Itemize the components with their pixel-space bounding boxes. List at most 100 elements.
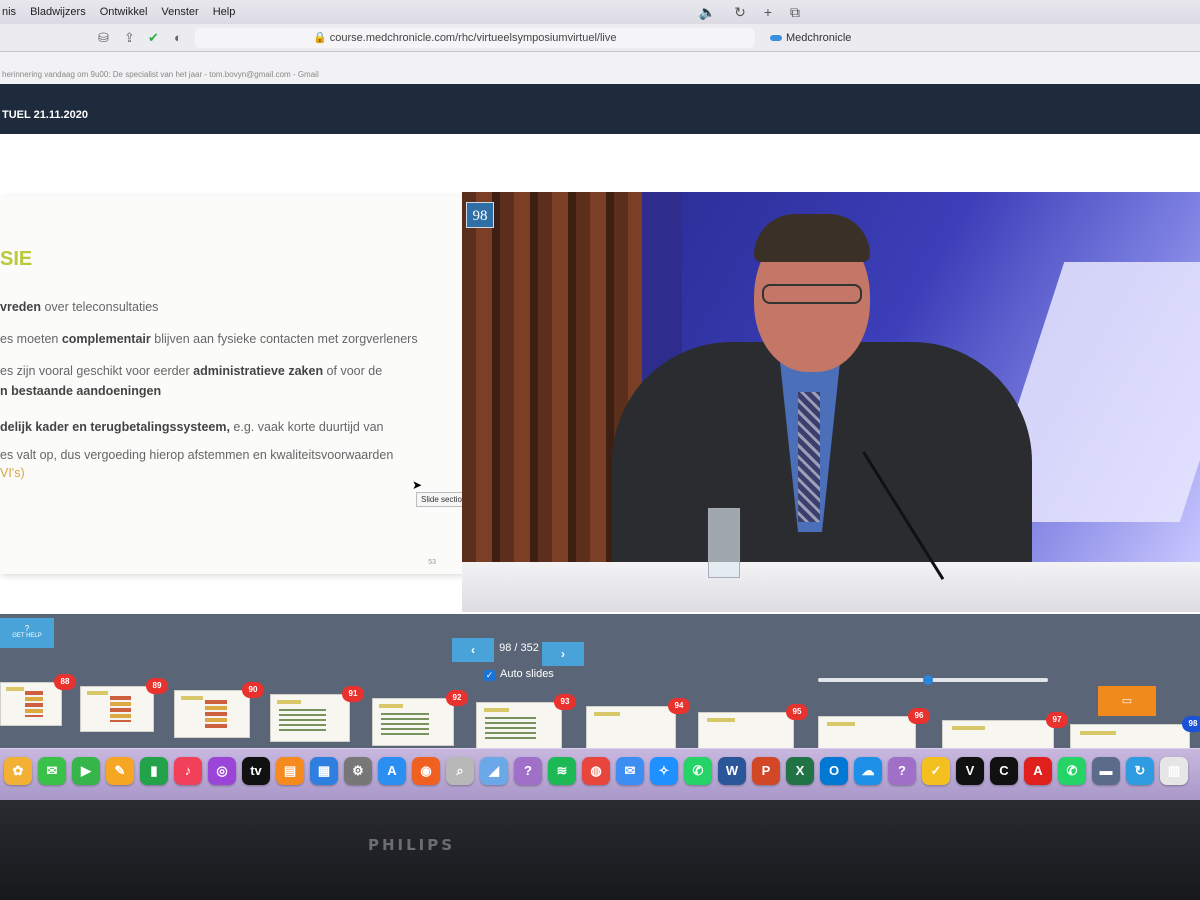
migration-icon[interactable]: ◢ <box>480 757 508 785</box>
preview-icon[interactable]: ⌕ <box>446 757 474 785</box>
slide-thumbnail[interactable] <box>80 686 154 732</box>
whatsapp-desktop-icon[interactable]: ✆ <box>1058 757 1086 785</box>
thumbnail-number-badge: 96 <box>908 708 930 724</box>
tabs-overview-icon[interactable]: ⧉ <box>790 4 800 21</box>
share-icon[interactable]: ⇪ <box>124 30 135 46</box>
mouse-cursor-icon: ➤ <box>412 478 423 492</box>
firefox-icon[interactable]: ◉ <box>412 757 440 785</box>
slide-page-number: 53 <box>428 559 436 566</box>
slide-thumbnail[interactable] <box>476 702 562 752</box>
tab-title-text: Medchronicle <box>786 32 852 44</box>
speaker-glasses <box>762 284 862 304</box>
page-body: SIE vreden over teleconsultaties es moet… <box>0 134 1200 614</box>
shield-icon[interactable]: ◐ <box>174 30 182 45</box>
notification-line[interactable]: herinnering vandaag om 9u00: De speciali… <box>0 52 1200 84</box>
thumbnail-number-badge: 97 <box>1046 712 1068 728</box>
thumbnail-chart <box>109 695 132 723</box>
reload-icon[interactable]: ↻ <box>734 4 746 21</box>
norton-icon[interactable]: ✓ <box>922 757 950 785</box>
get-help-label: GET HELP <box>12 633 42 639</box>
thumbnail-number-badge: 93 <box>554 694 576 710</box>
menu-bar-right: 🔈 ↻ + ⧉ <box>699 4 800 21</box>
presentation-slide[interactable]: SIE vreden over teleconsultaties es moet… <box>0 196 462 574</box>
podcasts-icon[interactable]: ◎ <box>208 757 236 785</box>
pages-icon[interactable]: ✎ <box>106 757 134 785</box>
onedrive-icon[interactable]: ☁ <box>854 757 882 785</box>
next-slide-button[interactable]: › <box>542 642 584 666</box>
whatsapp-icon[interactable]: ✆ <box>684 757 712 785</box>
speaker-video[interactable]: 98 <box>462 192 1200 612</box>
help-icon[interactable]: ? <box>514 757 542 785</box>
thumbnail-number-badge: 88 <box>54 674 76 690</box>
address-bar[interactable]: 🔒 course.medchronicle.com/rhc/virtueelsy… <box>195 28 755 48</box>
slide-line: es moeten complementair blijven aan fysi… <box>0 332 418 346</box>
question-icon[interactable]: ? <box>888 757 916 785</box>
thumbnail-title-bar <box>951 726 985 731</box>
thumbnail-chart <box>485 717 536 742</box>
menu-item-history[interactable]: nis <box>2 6 16 18</box>
music-icon[interactable]: ♪ <box>174 757 202 785</box>
word-icon[interactable]: W <box>718 757 746 785</box>
slide-line: es valt op, dus vergoeding hierop afstem… <box>0 448 394 462</box>
tab-medchronicle[interactable]: Medchronicle <box>770 32 851 44</box>
previous-slide-button[interactable]: ‹ <box>452 638 494 662</box>
safari-icon[interactable]: ✧ <box>650 757 678 785</box>
get-help-button[interactable]: ? GET HELP <box>0 618 54 648</box>
menu-item-help[interactable]: Help <box>213 6 236 18</box>
thumbnail-number-badge: 92 <box>446 690 468 706</box>
trash-icon[interactable]: ▥ <box>1160 757 1188 785</box>
photos-icon[interactable]: ✿ <box>4 757 32 785</box>
thumbnail-chart <box>278 708 326 732</box>
thumbnail-chart <box>25 691 43 717</box>
outlook-icon[interactable]: O <box>820 757 848 785</box>
thumbnail-number-badge: 89 <box>146 678 168 694</box>
thumbnail-title-bar <box>706 718 735 722</box>
database-icon[interactable]: ⛁ <box>98 30 109 46</box>
excel-icon[interactable]: X <box>786 757 814 785</box>
chrome-icon[interactable]: ◍ <box>582 757 610 785</box>
tv-icon[interactable]: tv <box>242 757 270 785</box>
messages-icon[interactable]: ✉ <box>38 757 66 785</box>
menu-item-develop[interactable]: Ontwikkel <box>100 6 148 18</box>
mail-icon[interactable]: ✉ <box>616 757 644 785</box>
thumbnail-title-bar <box>277 699 301 704</box>
slide-line: VI's) <box>0 466 25 480</box>
slide-thumbnail[interactable] <box>0 682 62 726</box>
video-slide-badge: 98 <box>466 202 494 228</box>
system-preferences-icon[interactable]: ⚙ <box>344 757 372 785</box>
new-tab-icon[interactable]: + <box>764 4 772 21</box>
nikon-c-icon[interactable]: C <box>990 757 1018 785</box>
spotify-icon[interactable]: ≋ <box>548 757 576 785</box>
monitor-screen: nis Bladwijzers Ontwikkel Venster Help 🔈… <box>0 0 1200 800</box>
speaker-hair <box>754 214 870 262</box>
thumbnail-title-bar <box>594 712 621 716</box>
disk-utility-icon[interactable]: ▬ <box>1092 757 1120 785</box>
facetime-icon[interactable]: ▶ <box>72 757 100 785</box>
powerpoint-icon[interactable]: P <box>752 757 780 785</box>
numbers-icon[interactable]: ▮ <box>140 757 168 785</box>
slide-thumbnail[interactable] <box>270 694 350 742</box>
slide-thumbnail[interactable] <box>174 690 250 738</box>
menu-item-window[interactable]: Venster <box>161 6 198 18</box>
backup-icon[interactable]: ↻ <box>1126 757 1154 785</box>
keynote-icon[interactable]: ▦ <box>310 757 338 785</box>
thumbnail-chart <box>204 700 227 728</box>
checkmark-extension-icon[interactable]: ✔ <box>148 30 159 46</box>
help-question-icon: ? <box>24 624 30 633</box>
monitor-brand-logo: PHILIPS <box>368 836 456 854</box>
thumbnail-chart <box>381 712 429 736</box>
volume-icon[interactable]: 🔈 <box>699 4 716 21</box>
thumbnail-number-badge: 95 <box>786 704 808 720</box>
nikon-v-icon[interactable]: V <box>956 757 984 785</box>
tab-indicator-icon <box>770 35 782 42</box>
slide-thumbnail[interactable] <box>372 698 454 746</box>
url-text: course.medchronicle.com/rhc/virtueelsymp… <box>329 32 617 44</box>
event-title: TUEL 21.11.2020 <box>2 109 89 121</box>
thumbnail-title-bar <box>86 691 109 696</box>
acrobat-icon[interactable]: A <box>1024 757 1052 785</box>
thumbnail-number-badge: 90 <box>242 682 264 698</box>
menu-item-bookmarks[interactable]: Bladwijzers <box>30 6 86 18</box>
app-store-icon[interactable]: A <box>378 757 406 785</box>
thumbnail-title-bar <box>379 703 404 708</box>
books-icon[interactable]: ▤ <box>276 757 304 785</box>
